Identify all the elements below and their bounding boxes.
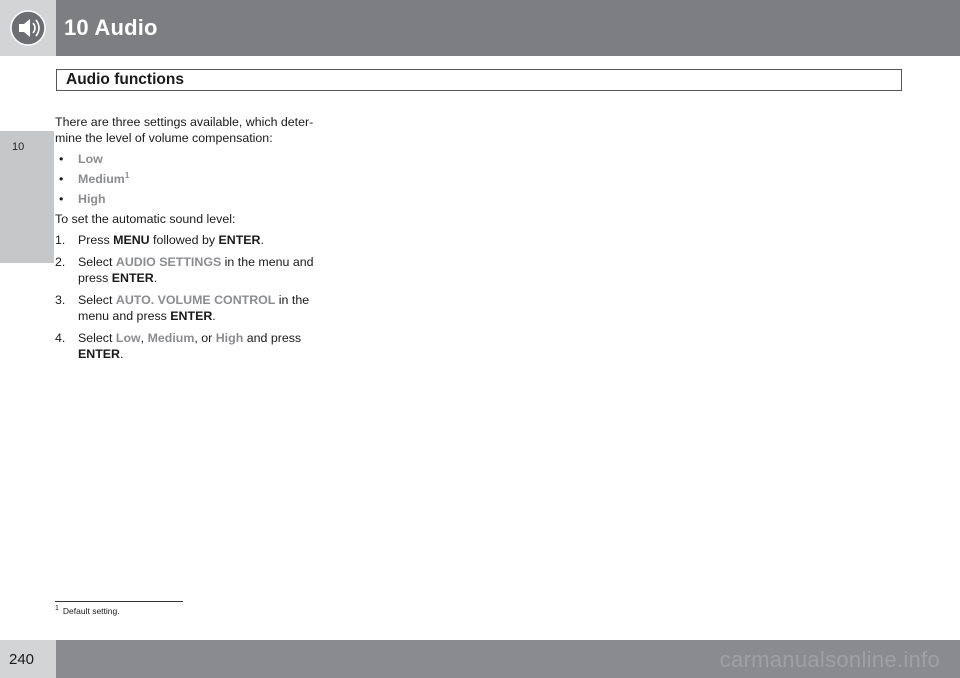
main-content: There are three settings available, whic… <box>55 114 323 368</box>
level-label: Low <box>78 152 103 166</box>
option-low: Low <box>115 331 141 345</box>
volume-levels-list: • Low • Medium1 • High <box>55 151 323 207</box>
key-menu: MENU <box>113 233 150 247</box>
footer-bar: carmanualsonline.info <box>56 640 960 678</box>
level-label: Medium <box>78 172 125 186</box>
chapter-tab-active: 10 <box>0 131 54 263</box>
key-enter: ENTER <box>111 271 154 285</box>
chapter-header: 10 Audio <box>0 0 960 56</box>
step-text: . <box>212 309 216 323</box>
step-text: . <box>260 233 264 247</box>
step-text: . <box>153 271 158 285</box>
page-footer: 240 carmanualsonline.info <box>0 640 960 678</box>
bullet-icon: • <box>59 152 64 166</box>
step-number: 2. <box>55 255 66 269</box>
bullet-icon: • <box>59 192 64 206</box>
step-text: . <box>120 347 124 361</box>
step-number: 4. <box>55 331 66 345</box>
section-title: Audio functions <box>56 69 902 91</box>
step-text: Select <box>78 331 116 345</box>
menu-option-audio-settings: AUDIO SETTINGS <box>115 255 222 269</box>
page-number-box: 240 <box>0 640 56 678</box>
step-text: , <box>140 331 148 345</box>
watermark: carmanualsonline.info <box>719 647 940 672</box>
footnote-reference: 1 <box>124 170 130 180</box>
option-high: High <box>215 331 244 345</box>
footnote-mark: 1 <box>55 605 59 613</box>
option-medium: Medium <box>147 331 195 345</box>
step-number: 3. <box>55 293 66 307</box>
steps-list: 1. Press MENU followed by ENTER. 2. Sele… <box>55 232 323 362</box>
list-item: • High <box>55 191 323 207</box>
footnote-divider <box>55 601 183 602</box>
footnote-text: Default setting. <box>62 606 120 616</box>
list-item: 2. Select AUDIO SETTINGS in the menu and… <box>55 254 323 286</box>
level-label: High <box>78 192 106 206</box>
chapter-tab-number: 10 <box>12 141 25 153</box>
list-item: • Medium1 <box>55 171 323 187</box>
menu-option-auto-volume-control: AUTO. VOLUME CONTROL <box>115 293 276 307</box>
list-item: • Low <box>55 151 323 167</box>
step-text: , or <box>194 331 216 345</box>
chapter-icon-box <box>0 0 56 56</box>
key-enter: ENTER <box>170 309 213 323</box>
list-item: 3. Select AUTO. VOLUME CONTROL in the me… <box>55 292 323 324</box>
steps-intro: To set the automatic sound level: <box>55 212 236 226</box>
step-text: Press <box>78 233 114 247</box>
chapter-sidebar: 10 <box>0 56 54 640</box>
step-text: Select <box>78 255 116 269</box>
step-text: and press <box>243 331 302 345</box>
key-enter: ENTER <box>218 233 261 247</box>
step-text: Select <box>78 293 116 307</box>
key-enter: ENTER <box>78 347 120 361</box>
intro-paragraph: There are three settings available, whic… <box>55 115 314 145</box>
list-item: 4. Select Low, Medium, or High and press… <box>55 330 323 362</box>
chapter-title: 10 Audio <box>64 15 158 40</box>
list-item: 1. Press MENU followed by ENTER. <box>55 232 323 248</box>
step-text: followed by <box>149 233 219 247</box>
page-number: 240 <box>9 651 35 668</box>
speaker-icon <box>10 10 46 46</box>
bullet-icon: • <box>59 172 64 186</box>
step-number: 1. <box>55 233 66 247</box>
footnote: 1 Default setting. <box>55 605 120 616</box>
